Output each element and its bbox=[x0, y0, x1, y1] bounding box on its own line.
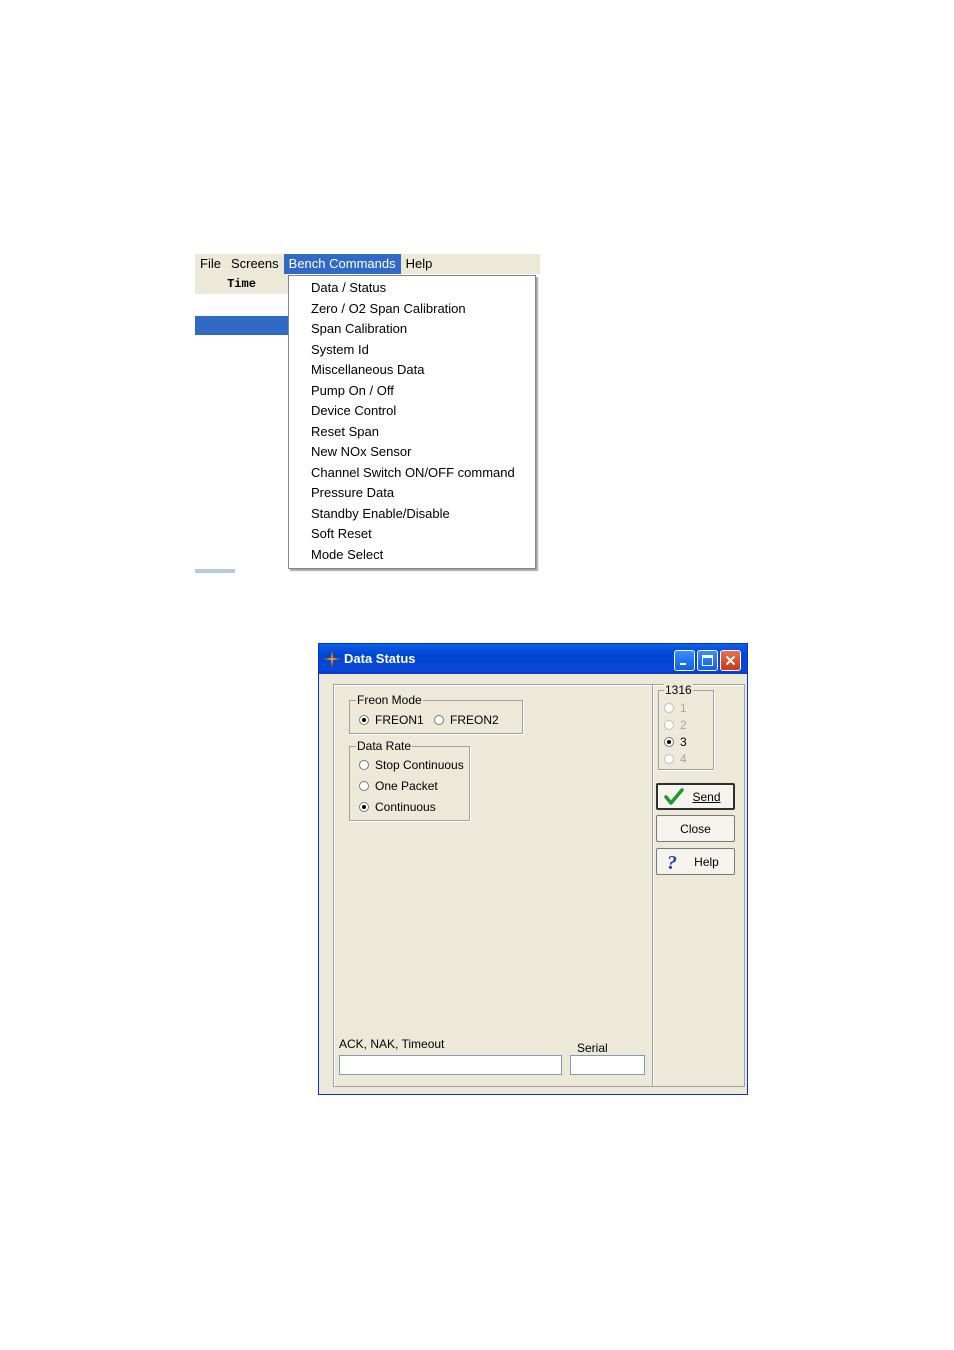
freon-mode-label: Freon Mode bbox=[356, 693, 423, 707]
radio-unit-1-label: 1 bbox=[680, 701, 687, 715]
menu-item-pump-on-off[interactable]: Pump On / Off bbox=[289, 381, 535, 402]
radio-stop-continuous-indicator bbox=[359, 760, 369, 770]
menu-screenshot: File Screens Bench Commands Help Time Da… bbox=[195, 254, 540, 573]
side-panel: 1316 1 2 3 4 Send Close ? Help bbox=[652, 683, 745, 1087]
help-button[interactable]: ? Help bbox=[656, 848, 735, 875]
freon-mode-group: Freon Mode FREON1 FREON2 bbox=[349, 693, 523, 734]
send-button[interactable]: Send bbox=[656, 783, 735, 810]
menu-item-new-nox-sensor[interactable]: New NOx Sensor bbox=[289, 442, 535, 463]
radio-unit-3-label: 3 bbox=[680, 735, 687, 749]
radio-unit-2-indicator bbox=[664, 720, 674, 730]
ack-nak-timeout-field[interactable] bbox=[339, 1055, 562, 1075]
menu-item-zero-o2-span-calibration[interactable]: Zero / O2 Span Calibration bbox=[289, 299, 535, 320]
radio-freon2-label: FREON2 bbox=[450, 713, 499, 727]
menu-item-span-calibration[interactable]: Span Calibration bbox=[289, 319, 535, 340]
radio-continuous-label: Continuous bbox=[375, 800, 436, 814]
menu-file[interactable]: File bbox=[195, 254, 226, 274]
question-icon: ? bbox=[667, 852, 677, 872]
radio-unit-3[interactable]: 3 bbox=[664, 734, 687, 750]
checkmark-icon bbox=[664, 788, 684, 805]
radio-freon2-indicator bbox=[434, 715, 444, 725]
radio-unit-3-indicator bbox=[664, 737, 674, 747]
minimize-button[interactable] bbox=[674, 650, 695, 671]
radio-one-packet-indicator bbox=[359, 781, 369, 791]
radio-one-packet[interactable]: One Packet bbox=[359, 778, 438, 794]
menu-item-pressure-data[interactable]: Pressure Data bbox=[289, 483, 535, 504]
menu-screens[interactable]: Screens bbox=[226, 254, 284, 274]
data-status-dialog: Data Status Freon Mode FREON1 FREON2 Dat… bbox=[318, 643, 748, 1095]
minimize-icon bbox=[680, 663, 686, 665]
bench-commands-dropdown: Data / Status Zero / O2 Span Calibration… bbox=[288, 275, 536, 569]
close-icon bbox=[725, 655, 736, 666]
radio-unit-4-indicator bbox=[664, 754, 674, 764]
radio-unit-1[interactable]: 1 bbox=[664, 700, 687, 716]
menu-item-miscellaneous-data[interactable]: Miscellaneous Data bbox=[289, 360, 535, 381]
help-button-label: Help bbox=[694, 854, 719, 869]
radio-unit-2[interactable]: 2 bbox=[664, 717, 687, 733]
radio-stop-continuous-label: Stop Continuous bbox=[375, 758, 464, 772]
ack-nak-timeout-label: ACK, NAK, Timeout bbox=[339, 1037, 445, 1051]
selected-row bbox=[195, 316, 288, 335]
maximize-icon bbox=[702, 655, 713, 666]
menu-item-data-status[interactable]: Data / Status bbox=[289, 278, 535, 299]
radio-freon2[interactable]: FREON2 bbox=[434, 712, 499, 728]
menu-item-device-control[interactable]: Device Control bbox=[289, 401, 535, 422]
title-bar[interactable]: Data Status bbox=[319, 644, 747, 674]
menu-item-reset-span[interactable]: Reset Span bbox=[289, 422, 535, 443]
svg-text:?: ? bbox=[667, 852, 677, 872]
menu-help[interactable]: Help bbox=[401, 254, 438, 274]
data-rate-group: Data Rate Stop Continuous One Packet Con… bbox=[349, 739, 470, 821]
radio-one-packet-label: One Packet bbox=[375, 779, 438, 793]
radio-freon1-label: FREON1 bbox=[375, 713, 424, 727]
unit-1316-group: 1316 1 2 3 4 bbox=[658, 683, 714, 770]
radio-continuous[interactable]: Continuous bbox=[359, 799, 436, 815]
close-button[interactable]: Close bbox=[656, 815, 735, 842]
radio-unit-1-indicator bbox=[664, 703, 674, 713]
time-column-header: Time bbox=[195, 274, 288, 294]
menu-item-soft-reset[interactable]: Soft Reset bbox=[289, 524, 535, 545]
radio-unit-4-label: 4 bbox=[680, 752, 687, 766]
radio-unit-4[interactable]: 4 bbox=[664, 751, 687, 767]
maximize-button[interactable] bbox=[697, 650, 718, 671]
radio-continuous-indicator bbox=[359, 802, 369, 812]
app-icon bbox=[323, 650, 341, 668]
main-panel: Freon Mode FREON1 FREON2 Data Rate Stop … bbox=[333, 684, 653, 1087]
radio-stop-continuous[interactable]: Stop Continuous bbox=[359, 757, 464, 773]
close-window-button[interactable] bbox=[720, 650, 741, 671]
radio-unit-2-label: 2 bbox=[680, 718, 687, 732]
serial-number-field[interactable] bbox=[570, 1055, 645, 1075]
scrollbar-fragment bbox=[195, 569, 235, 573]
menubar: File Screens Bench Commands Help bbox=[195, 254, 540, 274]
send-button-label: Send bbox=[692, 789, 721, 804]
close-button-label: Close bbox=[680, 821, 711, 836]
radio-freon1-indicator bbox=[359, 715, 369, 725]
dialog-title: Data Status bbox=[344, 651, 416, 666]
menu-item-channel-switch[interactable]: Channel Switch ON/OFF command bbox=[289, 463, 535, 484]
menu-item-system-id[interactable]: System Id bbox=[289, 340, 535, 361]
radio-freon1[interactable]: FREON1 bbox=[359, 712, 424, 728]
menu-bench-commands[interactable]: Bench Commands bbox=[283, 254, 401, 274]
data-rate-label: Data Rate bbox=[356, 739, 413, 753]
menu-item-mode-select[interactable]: Mode Select bbox=[289, 545, 535, 566]
unit-1316-label: 1316 bbox=[664, 683, 693, 697]
menu-item-standby-enable-disable[interactable]: Standby Enable/Disable bbox=[289, 504, 535, 525]
